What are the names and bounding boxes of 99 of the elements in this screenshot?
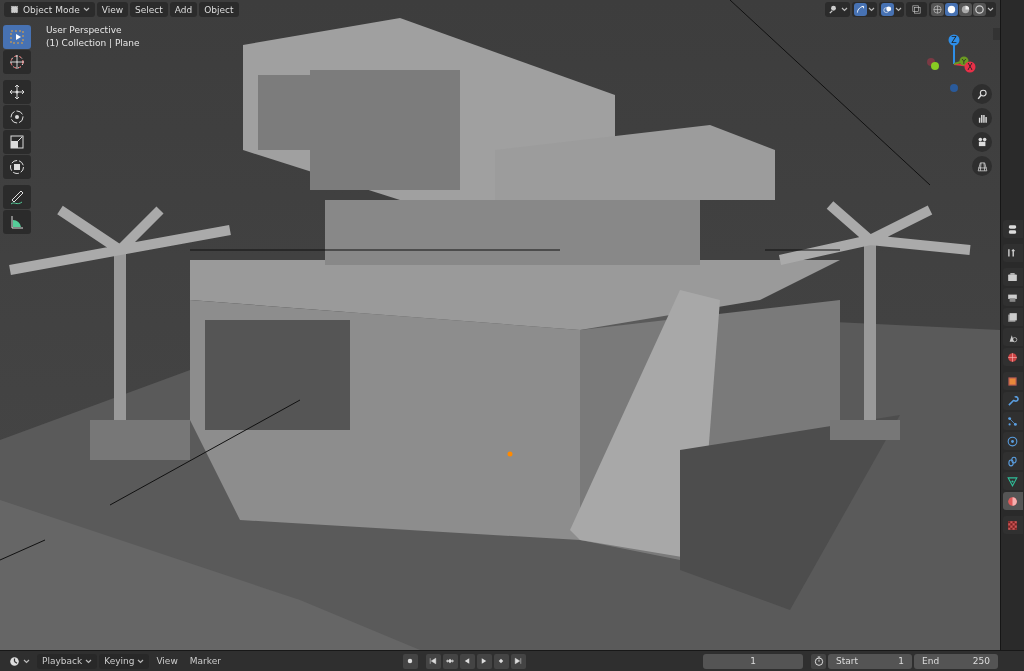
gizmo-toggle[interactable] (854, 3, 867, 16)
world-properties-tab[interactable] (1002, 348, 1023, 366)
caret-icon (23, 658, 30, 664)
view-name: User Perspective (46, 25, 123, 35)
sphere-icon (1006, 494, 1019, 508)
menu-item[interactable]: View (96, 2, 129, 17)
zoom-button[interactable] (972, 84, 992, 104)
material-sphere-icon (960, 4, 971, 15)
caret-icon (85, 658, 93, 664)
wireframe-sphere-icon (932, 4, 943, 15)
particles-properties-tab[interactable] (1002, 412, 1023, 430)
camera-back-icon (1006, 270, 1019, 284)
magnifier-icon (975, 87, 989, 101)
caret-icon (137, 658, 145, 664)
wireframe-shading-button[interactable] (931, 3, 944, 16)
toggle-icon (1006, 222, 1019, 236)
next-keyframe-button[interactable] (493, 653, 509, 669)
caret-icon (895, 7, 902, 12)
skip-end-icon (513, 656, 524, 666)
measure-tool[interactable] (3, 210, 31, 234)
view-layer-properties-tab[interactable] (1002, 308, 1023, 326)
caret-icon (987, 7, 994, 12)
output-properties-tab[interactable] (1002, 288, 1023, 306)
jump-start-button[interactable] (425, 653, 441, 669)
menu-item[interactable]: Marker (184, 653, 226, 669)
clock-icon (9, 655, 20, 667)
caret-icon (868, 7, 875, 12)
select-box-icon (8, 28, 26, 46)
play-button[interactable] (476, 653, 492, 669)
stopwatch-button[interactable] (811, 653, 826, 669)
keyframe-icon (445, 656, 456, 666)
menu-item[interactable]: Select (130, 2, 168, 17)
overlay-toggle[interactable] (881, 3, 894, 16)
annotate-tool[interactable] (3, 185, 31, 209)
move-icon (8, 83, 26, 101)
particles-icon (1006, 414, 1019, 428)
record-button[interactable] (402, 653, 418, 669)
gizmo-icon (855, 4, 866, 15)
menu-item[interactable]: Add (169, 2, 198, 17)
chain-icon (1006, 454, 1019, 468)
xray-toggle[interactable] (906, 2, 927, 17)
skip-start-icon (428, 656, 439, 666)
scene-properties-tab[interactable] (1002, 328, 1023, 346)
xray-icon (911, 4, 922, 15)
rendered-sphere-icon (974, 4, 985, 15)
tool-properties-tab[interactable] (1002, 244, 1023, 262)
scale-icon (8, 133, 26, 151)
camera-view-button[interactable] (972, 132, 992, 152)
move-tool[interactable] (3, 80, 31, 104)
scale-tool[interactable] (3, 130, 31, 154)
orbit-icon (1006, 434, 1019, 448)
caret-icon (82, 7, 90, 12)
caret-icon (841, 7, 848, 12)
pan-button[interactable] (972, 108, 992, 128)
constraint-properties-tab[interactable] (1002, 452, 1023, 470)
previous-keyframe-button[interactable] (442, 653, 458, 669)
play-reverse-button[interactable] (459, 653, 475, 669)
material-properties-tab[interactable] (1002, 492, 1023, 510)
ruler-icon (8, 213, 26, 231)
transform-icon (8, 158, 26, 176)
jump-end-button[interactable] (510, 653, 526, 669)
select-tool[interactable] (3, 25, 31, 49)
render-properties-tab[interactable] (1002, 268, 1023, 286)
object-square-icon (1006, 374, 1019, 388)
dropdown-menu[interactable]: Keying (99, 653, 150, 669)
cursor-tool[interactable] (3, 50, 31, 74)
overlay-icon (882, 4, 893, 15)
editor-toggle[interactable] (1002, 220, 1023, 238)
menu-item[interactable]: View (151, 653, 183, 669)
grid-icon (975, 159, 989, 173)
rotate-tool[interactable] (3, 105, 31, 129)
current-frame-field[interactable]: 1 (703, 653, 803, 669)
rendered-shading-button[interactable] (973, 3, 986, 16)
start-frame-field[interactable]: Start 1 (828, 653, 912, 669)
rotate-icon (8, 108, 26, 126)
texture-properties-tab[interactable] (1002, 516, 1023, 534)
material-shading-button[interactable] (959, 3, 972, 16)
solid-sphere-icon (946, 4, 957, 15)
ortho-toggle[interactable] (972, 156, 992, 176)
data-properties-tab[interactable] (1002, 472, 1023, 490)
pencil-icon (8, 188, 26, 206)
cursor-icon (8, 53, 26, 71)
checker-icon (1006, 518, 1019, 532)
physics-properties-tab[interactable] (1002, 432, 1023, 450)
dropdown-menu[interactable]: Playback (37, 653, 98, 669)
collection-label: (1) Collection | Plane (46, 38, 140, 48)
transform-tool[interactable] (3, 155, 31, 179)
solid-shading-button[interactable] (945, 3, 958, 16)
stopwatch-icon (812, 655, 825, 667)
modifier-properties-tab[interactable] (1002, 392, 1023, 410)
wrench-icon (1006, 394, 1019, 408)
globe-icon (1006, 350, 1019, 364)
end-frame-field[interactable]: End 250 (914, 653, 998, 669)
menu-item[interactable]: Object (199, 2, 239, 17)
object-mode-icon (9, 4, 20, 15)
object-properties-tab[interactable] (1002, 372, 1023, 390)
image-stack-icon (1006, 310, 1019, 324)
mode-dropdown[interactable]: Object Mode (4, 2, 95, 17)
triangle-mesh-icon (1006, 474, 1019, 488)
